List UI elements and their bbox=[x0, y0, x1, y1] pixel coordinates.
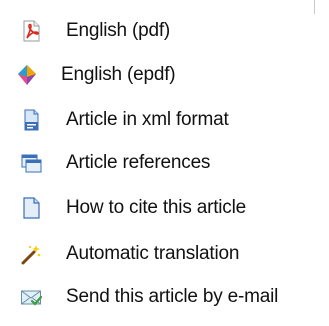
link-article-xml[interactable]: Article in xml format bbox=[0, 103, 329, 143]
link-label: How to cite this article bbox=[66, 197, 246, 218]
references-window-icon bbox=[20, 152, 42, 174]
article-links-menu: English (pdf) English (epdf) Article in … bbox=[0, 0, 329, 326]
pdf-icon bbox=[20, 20, 42, 42]
link-send-by-email[interactable]: Send this article by e-mail bbox=[0, 280, 329, 320]
link-label: Automatic translation bbox=[66, 243, 240, 264]
link-label: Send this article by e-mail bbox=[66, 286, 279, 307]
link-label: English (epdf) bbox=[61, 64, 176, 85]
link-english-epdf[interactable]: English (epdf) bbox=[0, 58, 329, 98]
link-english-pdf[interactable]: English (pdf) bbox=[0, 14, 329, 54]
link-how-to-cite[interactable]: How to cite this article bbox=[0, 191, 329, 231]
link-label: Article in xml format bbox=[66, 109, 229, 130]
epdf-icon bbox=[16, 64, 38, 86]
link-label: Article references bbox=[66, 152, 211, 173]
document-icon bbox=[20, 197, 42, 219]
link-automatic-translation[interactable]: Automatic translation bbox=[0, 237, 329, 277]
link-article-references[interactable]: Article references bbox=[0, 146, 329, 186]
envelope-icon bbox=[20, 286, 42, 308]
link-label: English (pdf) bbox=[66, 20, 171, 41]
magic-wand-icon bbox=[20, 243, 42, 265]
xml-document-icon bbox=[20, 109, 42, 131]
